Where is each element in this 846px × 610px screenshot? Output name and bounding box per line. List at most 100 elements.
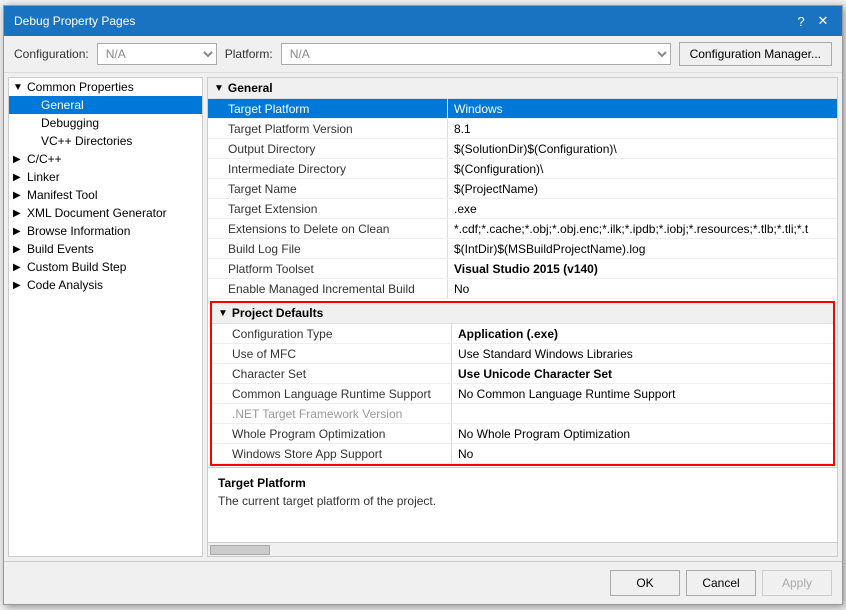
prop-row-target-extension[interactable]: Target Extension .exe [208, 199, 837, 219]
tree-label: XML Document Generator [27, 206, 167, 220]
tree-item-c-cpp[interactable]: ▶ C/C++ [9, 150, 202, 168]
prop-value [452, 404, 833, 423]
dialog-title: Debug Property Pages [14, 14, 135, 28]
prop-row-intermediate-directory[interactable]: Intermediate Directory $(Configuration)\ [208, 159, 837, 179]
prop-name: Target Extension [208, 199, 448, 218]
prop-name: Build Log File [208, 239, 448, 258]
arrow-icon: ▶ [13, 172, 27, 183]
prop-row-config-type[interactable]: Configuration Type Application (.exe) [212, 324, 833, 344]
prop-value: Visual Studio 2015 (v140) [448, 259, 837, 278]
tree-item-xml-document-generator[interactable]: ▶ XML Document Generator [9, 204, 202, 222]
prop-row-extensions-delete[interactable]: Extensions to Delete on Clean *.cdf;*.ca… [208, 219, 837, 239]
help-button[interactable]: ? [792, 12, 810, 30]
arrow-icon [13, 100, 27, 111]
prop-row-windows-store[interactable]: Windows Store App Support No [212, 444, 833, 464]
arrow-icon: ▶ [13, 280, 27, 291]
title-bar: Debug Property Pages ? ✕ [4, 6, 842, 36]
tree-label: General [41, 98, 84, 112]
config-select[interactable]: N/A [97, 43, 217, 65]
prop-value: No Common Language Runtime Support [452, 384, 833, 403]
config-label: Configuration: [14, 47, 89, 61]
tree-item-general[interactable]: General [9, 96, 202, 114]
general-section-header: ▼ General [208, 78, 837, 99]
apply-button[interactable]: Apply [762, 570, 832, 596]
prop-value: No [452, 444, 833, 463]
close-button[interactable]: ✕ [814, 12, 832, 30]
prop-value: No [448, 279, 837, 298]
tree-item-debugging[interactable]: Debugging [9, 114, 202, 132]
bottom-bar: OK Cancel Apply [4, 561, 842, 604]
left-panel: ▼ Common Properties General Debugging VC… [8, 77, 203, 557]
tree-item-custom-build-step[interactable]: ▶ Custom Build Step [9, 258, 202, 276]
prop-name: Character Set [212, 364, 452, 383]
prop-value: No Whole Program Optimization [452, 424, 833, 443]
prop-row-net-target[interactable]: .NET Target Framework Version [212, 404, 833, 424]
arrow-icon: ▶ [13, 226, 27, 237]
tree-item-vc-directories[interactable]: VC++ Directories [9, 132, 202, 150]
prop-name: Target Platform Version [208, 119, 448, 138]
prop-value: $(IntDir)$(MSBuildProjectName).log [448, 239, 837, 258]
prop-row-character-set[interactable]: Character Set Use Unicode Character Set [212, 364, 833, 384]
section-arrow-icon: ▼ [214, 83, 224, 94]
arrow-icon [13, 136, 27, 147]
tree-label: VC++ Directories [41, 134, 132, 148]
prop-row-target-name[interactable]: Target Name $(ProjectName) [208, 179, 837, 199]
cancel-button[interactable]: Cancel [686, 570, 756, 596]
general-section-label: General [228, 81, 273, 95]
configuration-manager-button[interactable]: Configuration Manager... [679, 42, 832, 66]
prop-name: Intermediate Directory [208, 159, 448, 178]
prop-row-clr-support[interactable]: Common Language Runtime Support No Commo… [212, 384, 833, 404]
tree-item-code-analysis[interactable]: ▶ Code Analysis [9, 276, 202, 294]
arrow-icon: ▼ [13, 82, 27, 93]
tree-label: Debugging [41, 116, 99, 130]
horizontal-scrollbar[interactable] [208, 542, 837, 556]
dialog: Debug Property Pages ? ✕ Configuration: … [3, 5, 843, 605]
project-defaults-section-header: ▼ Project Defaults [212, 303, 833, 324]
tree-item-common-properties[interactable]: ▼ Common Properties [9, 78, 202, 96]
prop-name: Whole Program Optimization [212, 424, 452, 443]
scroll-thumb[interactable] [210, 545, 270, 555]
prop-name: Target Platform [208, 99, 448, 118]
prop-row-enable-managed[interactable]: Enable Managed Incremental Build No [208, 279, 837, 299]
arrow-icon: ▶ [13, 154, 27, 165]
arrow-icon: ▶ [13, 190, 27, 201]
arrow-icon: ▶ [13, 244, 27, 255]
tree-item-build-events[interactable]: ▶ Build Events [9, 240, 202, 258]
description-panel: Target Platform The current target platf… [208, 467, 837, 542]
tree-item-browse-information[interactable]: ▶ Browse Information [9, 222, 202, 240]
title-bar-buttons: ? ✕ [792, 12, 832, 30]
prop-name: .NET Target Framework Version [212, 404, 452, 423]
tree-label: Common Properties [27, 80, 134, 94]
prop-row-platform-toolset[interactable]: Platform Toolset Visual Studio 2015 (v14… [208, 259, 837, 279]
prop-value: $(ProjectName) [448, 179, 837, 198]
tree-label: Build Events [27, 242, 94, 256]
prop-name: Configuration Type [212, 324, 452, 343]
prop-name: Use of MFC [212, 344, 452, 363]
main-content: ▼ Common Properties General Debugging VC… [4, 73, 842, 561]
prop-name: Common Language Runtime Support [212, 384, 452, 403]
platform-select[interactable]: N/A [281, 43, 671, 65]
prop-value: $(SolutionDir)$(Configuration)\ [448, 139, 837, 158]
prop-name: Enable Managed Incremental Build [208, 279, 448, 298]
prop-row-build-log-file[interactable]: Build Log File $(IntDir)$(MSBuildProject… [208, 239, 837, 259]
prop-value: Use Unicode Character Set [452, 364, 833, 383]
prop-row-target-platform[interactable]: Target Platform Windows [208, 99, 837, 119]
prop-value: Windows [448, 99, 837, 118]
tree-item-linker[interactable]: ▶ Linker [9, 168, 202, 186]
prop-name: Output Directory [208, 139, 448, 158]
prop-name: Platform Toolset [208, 259, 448, 278]
prop-row-use-of-mfc[interactable]: Use of MFC Use Standard Windows Librarie… [212, 344, 833, 364]
prop-row-target-platform-version[interactable]: Target Platform Version 8.1 [208, 119, 837, 139]
prop-row-output-directory[interactable]: Output Directory $(SolutionDir)$(Configu… [208, 139, 837, 159]
prop-row-whole-program[interactable]: Whole Program Optimization No Whole Prog… [212, 424, 833, 444]
prop-value: *.cdf;*.cache;*.obj;*.obj.enc;*.ilk;*.ip… [448, 219, 837, 238]
prop-name: Windows Store App Support [212, 444, 452, 463]
tree-item-manifest-tool[interactable]: ▶ Manifest Tool [9, 186, 202, 204]
tree-label: Custom Build Step [27, 260, 126, 274]
arrow-icon: ▶ [13, 262, 27, 273]
ok-button[interactable]: OK [610, 570, 680, 596]
tree-label: Browse Information [27, 224, 130, 238]
platform-label: Platform: [225, 47, 273, 61]
red-box-container: ▼ Project Defaults Configuration Type Ap… [210, 301, 835, 466]
tree-label: C/C++ [27, 152, 62, 166]
